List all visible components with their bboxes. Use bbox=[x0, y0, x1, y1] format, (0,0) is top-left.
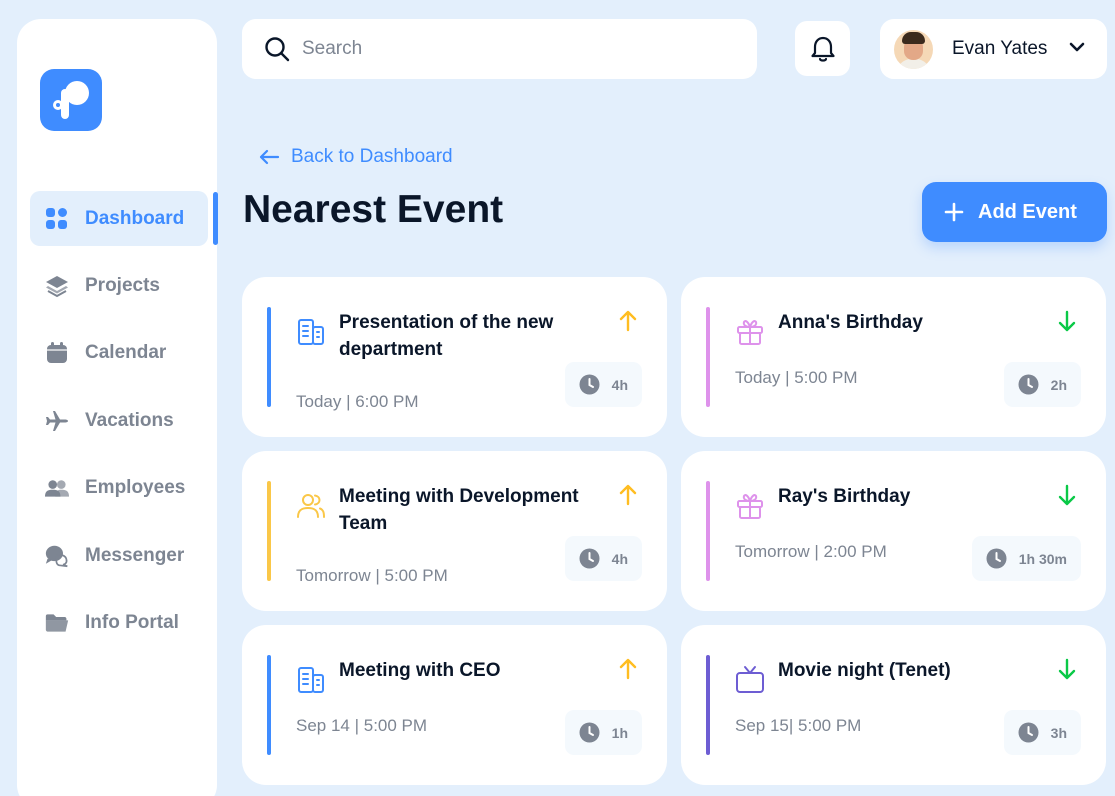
clock-icon bbox=[579, 722, 600, 743]
calendar-icon bbox=[45, 341, 69, 365]
event-date: Tomorrow | 5:00 PM bbox=[296, 566, 448, 585]
sidebar-item-vacations[interactable]: Vacations bbox=[30, 393, 208, 448]
sidebar-item-info-portal[interactable]: Info Portal bbox=[30, 595, 208, 650]
search-icon bbox=[265, 37, 290, 62]
sidebar-item-label: Projects bbox=[85, 274, 160, 296]
arrow-down-icon bbox=[1058, 484, 1076, 506]
sidebar-item-projects[interactable]: Projects bbox=[30, 258, 208, 313]
arrow-down-icon bbox=[1058, 310, 1076, 332]
sidebar-item-label: Dashboard bbox=[85, 207, 185, 229]
clock-icon bbox=[579, 374, 600, 395]
event-title: Presentation of the new department bbox=[339, 312, 554, 360]
active-nav-indicator bbox=[213, 192, 218, 245]
event-date: Sep 15| 5:00 PM bbox=[735, 716, 862, 735]
chat-icon bbox=[45, 544, 69, 568]
event-card[interactable]: Meeting with CEO Sep 14 | 5:00 PM 1h bbox=[242, 625, 667, 785]
office-building-icon bbox=[298, 319, 324, 345]
clock-icon bbox=[1018, 374, 1039, 395]
arrow-up-icon bbox=[619, 658, 637, 680]
sidebar-item-calendar[interactable]: Calendar bbox=[30, 325, 208, 380]
sidebar-item-label: Vacations bbox=[85, 409, 174, 431]
notifications-button[interactable] bbox=[795, 21, 850, 76]
event-color-bar bbox=[267, 655, 271, 755]
duration-text: 3h bbox=[1050, 724, 1067, 741]
arrow-down-icon bbox=[1058, 658, 1076, 680]
event-color-bar bbox=[706, 481, 710, 581]
chevron-down-icon bbox=[1069, 42, 1085, 52]
duration-text: 4h bbox=[611, 550, 628, 567]
event-date: Today | 6:00 PM bbox=[296, 392, 419, 411]
gift-icon bbox=[737, 494, 763, 519]
event-card[interactable]: Meeting with Development Team Tomorrow |… bbox=[242, 451, 667, 611]
users-icon bbox=[45, 476, 69, 500]
event-date: Tomorrow | 2:00 PM bbox=[735, 542, 887, 561]
event-date: Sep 14 | 5:00 PM bbox=[296, 716, 428, 735]
event-color-bar bbox=[267, 481, 271, 581]
profile-menu[interactable]: Evan Yates bbox=[880, 19, 1107, 79]
sidebar-item-employees[interactable]: Employees bbox=[30, 460, 208, 515]
office-building-icon bbox=[298, 667, 324, 693]
team-icon bbox=[297, 494, 325, 518]
clock-icon bbox=[1018, 722, 1039, 743]
event-title: Ray's Birthday bbox=[778, 486, 911, 507]
event-card[interactable]: Movie night (Tenet) Sep 15| 5:00 PM 3h bbox=[681, 625, 1106, 785]
add-event-label: Add Event bbox=[978, 200, 1077, 223]
event-color-bar bbox=[267, 307, 271, 407]
arrow-up-icon bbox=[619, 484, 637, 506]
duration-badge: 4h bbox=[564, 362, 642, 407]
duration-text: 2h bbox=[1050, 376, 1067, 393]
arrow-up-icon bbox=[619, 310, 637, 332]
folder-icon bbox=[45, 611, 69, 635]
event-card[interactable]: Ray's Birthday Tomorrow | 2:00 PM 1h 30m bbox=[681, 451, 1106, 611]
event-card[interactable]: Anna's Birthday Today | 5:00 PM 2h bbox=[681, 277, 1106, 437]
sidebar-item-messenger[interactable]: Messenger bbox=[30, 528, 208, 583]
app-logo[interactable] bbox=[40, 69, 102, 131]
event-color-bar bbox=[706, 307, 710, 407]
plus-icon bbox=[944, 202, 964, 222]
add-event-button[interactable]: Add Event bbox=[922, 182, 1107, 242]
duration-text: 1h bbox=[611, 724, 628, 741]
back-link-label: Back to Dashboard bbox=[291, 146, 453, 167]
clock-icon bbox=[579, 548, 600, 569]
event-card[interactable]: Presentation of the new department Today… bbox=[242, 277, 667, 437]
sidebar-item-label: Messenger bbox=[85, 544, 185, 566]
arrow-left-icon bbox=[259, 149, 280, 165]
clock-icon bbox=[986, 548, 1007, 569]
duration-badge: 1h bbox=[564, 710, 642, 755]
event-title: Anna's Birthday bbox=[778, 312, 923, 333]
sidebar-item-label: Calendar bbox=[85, 341, 167, 363]
dashboard-icon bbox=[45, 207, 69, 231]
page-title: Nearest Event bbox=[243, 188, 504, 231]
tv-icon bbox=[736, 666, 764, 693]
sidebar-item-label: Info Portal bbox=[85, 611, 179, 633]
sidebar-item-dashboard[interactable]: Dashboard bbox=[30, 191, 208, 246]
event-color-bar bbox=[706, 655, 710, 755]
duration-badge: 2h bbox=[1003, 362, 1081, 407]
logo-icon bbox=[53, 81, 89, 119]
search-input[interactable] bbox=[302, 38, 722, 60]
gift-icon bbox=[737, 320, 763, 345]
duration-text: 1h 30m bbox=[1018, 550, 1067, 567]
bell-icon bbox=[810, 36, 835, 62]
sidebar-item-label: Employees bbox=[85, 476, 186, 498]
event-title: Meeting with Development Team bbox=[339, 486, 579, 534]
event-date: Today | 5:00 PM bbox=[735, 368, 858, 387]
event-title: Meeting with CEO bbox=[339, 660, 501, 681]
duration-badge: 4h bbox=[564, 536, 642, 581]
event-title: Movie night (Tenet) bbox=[778, 660, 951, 681]
duration-badge: 3h bbox=[1003, 710, 1081, 755]
back-to-dashboard-link[interactable]: Back to Dashboard bbox=[258, 146, 453, 168]
avatar bbox=[894, 29, 933, 69]
search-bar[interactable] bbox=[242, 19, 757, 79]
duration-badge: 1h 30m bbox=[971, 536, 1081, 581]
user-name: Evan Yates bbox=[952, 38, 1048, 59]
sidebar: Dashboard Projects Calendar Vacations Em… bbox=[17, 19, 217, 796]
duration-text: 4h bbox=[611, 376, 628, 393]
layers-icon bbox=[45, 274, 69, 298]
plane-icon bbox=[45, 409, 69, 433]
